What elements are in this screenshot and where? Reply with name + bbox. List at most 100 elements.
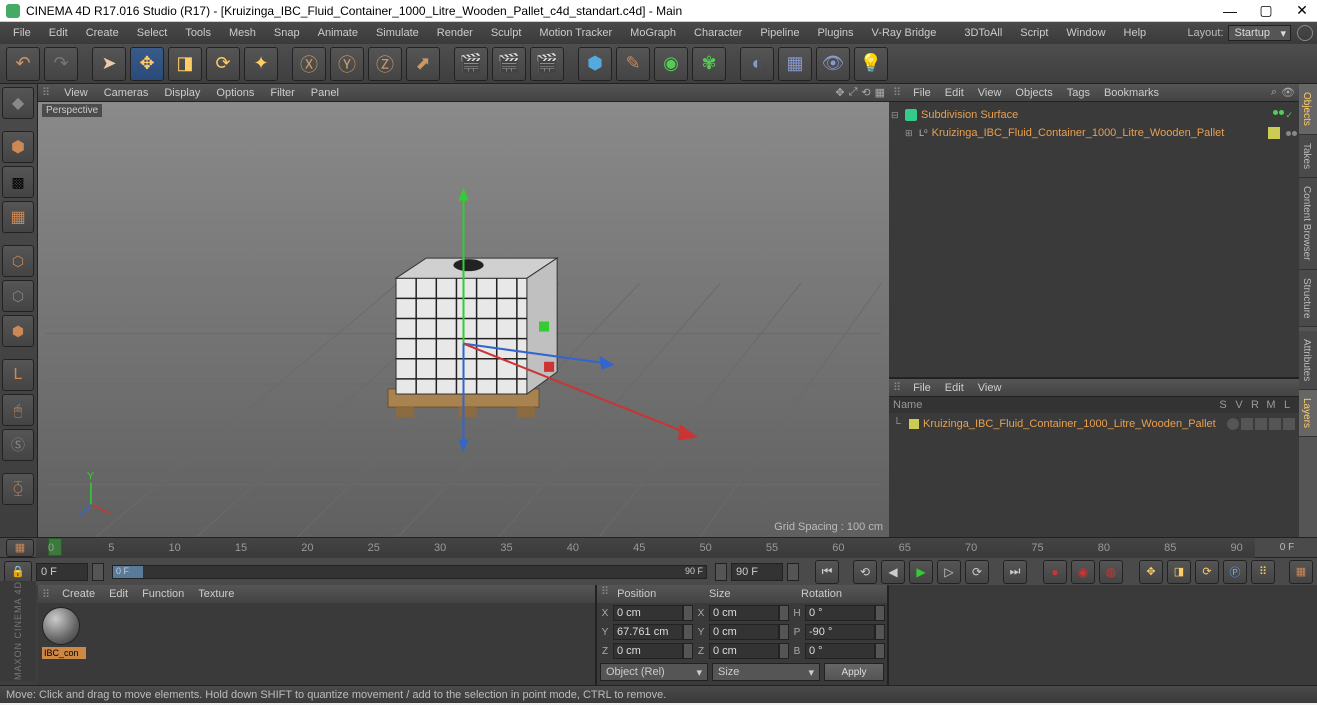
menu-select[interactable]: Select (128, 22, 177, 44)
lock-icon[interactable]: 🔒 (4, 561, 32, 583)
tab-objects[interactable]: Objects (1299, 84, 1317, 135)
menu-plugins[interactable]: Plugins (808, 22, 862, 44)
tweak-mode[interactable]: 🖱 (2, 394, 34, 426)
manager-toggle[interactable] (1269, 418, 1281, 430)
render-dot[interactable] (1279, 110, 1284, 115)
add-deformer[interactable]: ✾ (692, 47, 726, 81)
mat-menu-edit[interactable]: Edit (109, 588, 128, 600)
polygon-mode[interactable]: ⬢ (2, 315, 34, 347)
spinner[interactable] (779, 624, 789, 640)
keyframe-selection-button[interactable]: ◍ (1099, 560, 1123, 584)
last-tool[interactable]: ✦ (244, 47, 278, 81)
menu-snap[interactable]: Snap (265, 22, 309, 44)
pos-z-input[interactable]: 0 cm (613, 643, 683, 659)
material-item[interactable]: IBC_con (42, 607, 86, 659)
undo-button[interactable]: ↶ (6, 47, 40, 81)
spinner[interactable] (92, 563, 104, 581)
add-light[interactable]: 👁 (816, 47, 850, 81)
search-icon[interactable] (1297, 25, 1313, 41)
timeline-ruler[interactable]: ▦ 0510 152025 303540 455055 606570 75808… (0, 537, 1317, 557)
powerslider-button[interactable]: ▦ (1289, 560, 1313, 584)
workplane-mode[interactable]: ▦ (2, 201, 34, 233)
edge-mode[interactable]: ⬡ (2, 280, 34, 312)
tab-structure[interactable]: Structure (1299, 270, 1317, 328)
menu-help[interactable]: Help (1115, 22, 1156, 44)
rot-h-input[interactable]: 0 ° (805, 605, 875, 621)
vp-menu-view[interactable]: View (64, 87, 88, 99)
layout-dropdown[interactable]: Startup▾ (1228, 25, 1291, 41)
mat-menu-function[interactable]: Function (142, 588, 184, 600)
object-name[interactable]: Subdivision Surface (921, 109, 1018, 121)
vp-menu-panel[interactable]: Panel (311, 87, 339, 99)
grip-icon[interactable]: ⠿ (42, 86, 48, 99)
obj-menu-edit[interactable]: Edit (945, 87, 964, 99)
minimize-button[interactable]: — (1221, 2, 1239, 20)
size-x-input[interactable]: 0 cm (709, 605, 779, 621)
add-primitive[interactable]: ⬢ (578, 47, 612, 81)
layer-tag[interactable] (1268, 127, 1280, 139)
key-scale-button[interactable]: ◨ (1167, 560, 1191, 584)
mat-menu-create[interactable]: Create (62, 588, 95, 600)
maximize-button[interactable]: ▢ (1257, 2, 1275, 20)
axis-y-lock[interactable]: Ⓨ (330, 47, 364, 81)
autokey-button[interactable]: ◉ (1071, 560, 1095, 584)
render-settings[interactable]: 🎬 (530, 47, 564, 81)
view-toggle[interactable] (1241, 418, 1253, 430)
scale-tool[interactable]: ◨ (168, 47, 202, 81)
spinner[interactable] (683, 624, 693, 640)
rotate-tool[interactable]: ⟳ (206, 47, 240, 81)
menu-create[interactable]: Create (77, 22, 128, 44)
obj-menu-objects[interactable]: Objects (1015, 87, 1052, 99)
spinner[interactable] (715, 563, 727, 581)
material-preview[interactable] (42, 607, 80, 645)
size-mode-dropdown[interactable]: Size▾ (712, 663, 820, 681)
spinner[interactable] (779, 643, 789, 659)
mat-menu-texture[interactable]: Texture (198, 588, 234, 600)
add-spline[interactable]: ✎ (616, 47, 650, 81)
vp-menu-filter[interactable]: Filter (270, 87, 294, 99)
next-key-button[interactable]: ⟳ (965, 560, 989, 584)
timeline-track[interactable]: 0510 152025 303540 455055 606570 758085 … (36, 538, 1255, 558)
lay-menu-view[interactable]: View (978, 382, 1002, 394)
menu-pipeline[interactable]: Pipeline (751, 22, 808, 44)
spinner[interactable] (683, 605, 693, 621)
grip-icon[interactable]: ⠿ (893, 381, 899, 394)
vp-orbit-icon[interactable]: ⟲ (861, 86, 870, 99)
prev-frame-button[interactable]: ◀ (881, 560, 905, 584)
vp-menu-display[interactable]: Display (164, 87, 200, 99)
lay-menu-file[interactable]: File (913, 382, 931, 394)
spinner[interactable] (779, 605, 789, 621)
start-frame-input[interactable]: 0 F (36, 563, 88, 581)
menu-render[interactable]: Render (428, 22, 482, 44)
vp-menu-cameras[interactable]: Cameras (104, 87, 149, 99)
visibility-dot[interactable] (1273, 110, 1278, 115)
tree-row[interactable]: ⊟ Subdivision Surface ✓ (891, 106, 1297, 124)
menu-script[interactable]: Script (1011, 22, 1057, 44)
grip-icon[interactable]: ⠿ (893, 86, 899, 99)
menu-simulate[interactable]: Simulate (367, 22, 428, 44)
add-bulb[interactable]: 💡 (854, 47, 888, 81)
material-label[interactable]: IBC_con (42, 647, 86, 659)
expand-icon[interactable]: ⊞ (905, 128, 915, 139)
object-name[interactable]: Kruizinga_IBC_Fluid_Container_1000_Litre… (932, 127, 1225, 139)
coord-mode-dropdown[interactable]: Object (Rel)▾ (600, 663, 708, 681)
vp-pan-icon[interactable]: ✥ (835, 86, 844, 99)
search-icon[interactable]: ⌕ (1271, 86, 1277, 99)
model-mode[interactable]: ⬢ (2, 131, 34, 163)
size-z-input[interactable]: 0 cm (709, 643, 779, 659)
close-button[interactable]: ✕ (1293, 2, 1311, 20)
goto-start-button[interactable]: ⏮ (815, 560, 839, 584)
apply-button[interactable]: Apply (824, 663, 884, 681)
menu-mesh[interactable]: Mesh (220, 22, 265, 44)
vp-menu-options[interactable]: Options (216, 87, 254, 99)
vp-zoom-icon[interactable]: ⤢ (849, 86, 858, 99)
current-frame-input[interactable]: 90 F (731, 563, 783, 581)
tab-takes[interactable]: Takes (1299, 135, 1317, 178)
magnet-tool[interactable]: ⧲ (2, 473, 34, 505)
key-rot-button[interactable]: ⟳ (1195, 560, 1219, 584)
axis-mode[interactable]: L (2, 359, 34, 391)
spinner[interactable] (683, 643, 693, 659)
grip-icon[interactable]: ⠿ (597, 585, 611, 603)
obj-menu-view[interactable]: View (978, 87, 1002, 99)
menu-file[interactable]: File (4, 22, 40, 44)
